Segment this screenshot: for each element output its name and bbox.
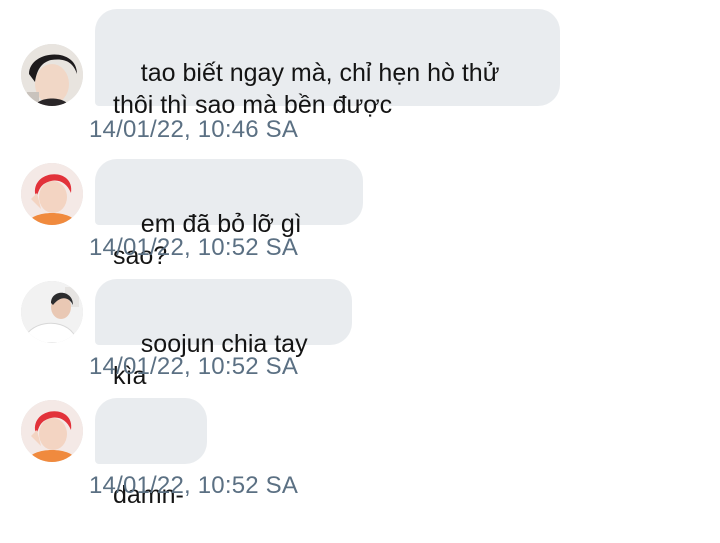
avatar[interactable] <box>21 44 83 106</box>
avatar[interactable] <box>21 163 83 225</box>
avatar-red-hair-icon <box>21 400 83 462</box>
avatar[interactable] <box>21 281 83 343</box>
message-timestamp: 14/01/22, 10:52 SA <box>89 234 299 261</box>
message-text: tao biết ngay mà, chỉ hẹn hò thử thôi th… <box>113 59 500 119</box>
avatar-white-shirt-icon <box>21 281 83 343</box>
message-timestamp: 14/01/22, 10:52 SA <box>89 472 299 499</box>
message-timestamp: 14/01/22, 10:46 SA <box>89 116 299 143</box>
avatar-dark-hair-icon <box>21 44 83 106</box>
message-bubble[interactable]: damn- <box>95 398 207 509</box>
message-bubble[interactable]: soojun chia tay kìa <box>95 279 352 390</box>
avatar[interactable] <box>21 400 83 462</box>
message-timestamp: 14/01/22, 10:52 SA <box>89 353 299 380</box>
message-bubble[interactable]: em đã bỏ lỡ gì sao? <box>95 159 363 270</box>
message-bubble[interactable]: tao biết ngay mà, chỉ hẹn hò thử thôi th… <box>95 9 560 119</box>
avatar-red-hair-icon <box>21 163 83 225</box>
